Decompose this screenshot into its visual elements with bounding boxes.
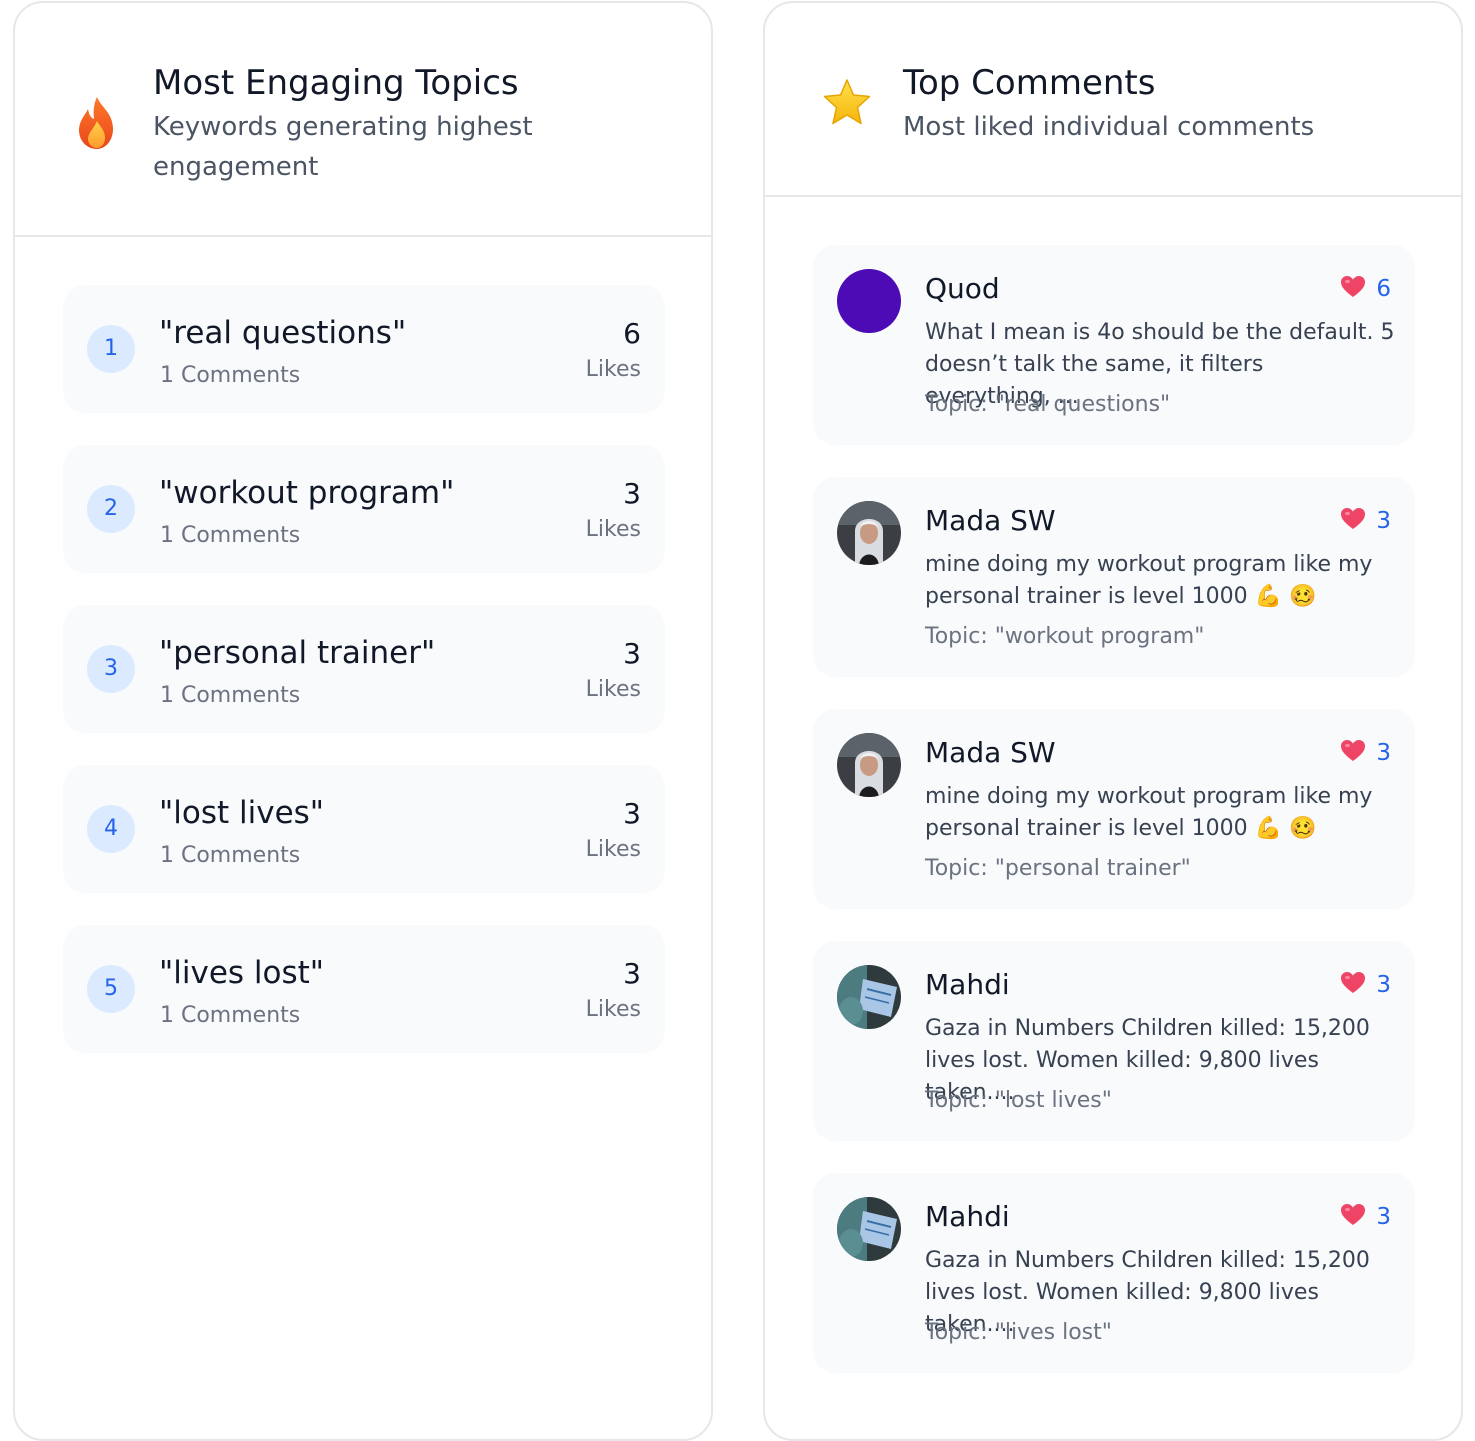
topic-likes-count: 3	[623, 477, 641, 510]
comments-panel-title: Top Comments	[903, 63, 1156, 103]
topic-comment-count: 1 Comments	[160, 363, 301, 388]
comment-card[interactable]: Mahdi 3 Gaza in Numbers Children killed:…	[813, 1173, 1415, 1373]
topic-keyword: "real questions"	[159, 315, 407, 351]
topic-card[interactable]: 5 "lives lost" 1 Comments 3 Likes	[63, 925, 665, 1053]
topic-likes-label: Likes	[585, 837, 641, 862]
topics-panel: Most Engaging Topics Keywords generating…	[13, 1, 713, 1441]
comment-author: Mada SW	[925, 736, 1056, 769]
avatar	[837, 733, 901, 797]
topic-likes-count: 6	[623, 317, 641, 350]
comment-card[interactable]: Mahdi 3 Gaza in Numbers Children killed:…	[813, 941, 1415, 1141]
topic-likes-label: Likes	[585, 357, 641, 382]
topic-comment-count: 1 Comments	[160, 683, 301, 708]
topic-card[interactable]: 1 "real questions" 1 Comments 6 Likes	[63, 285, 665, 413]
heart-icon	[1340, 739, 1366, 767]
comment-likes: 3	[1340, 739, 1391, 767]
comment-topic: Topic: "real questions"	[925, 392, 1171, 417]
rank-badge: 3	[87, 645, 135, 693]
rank-badge: 5	[87, 965, 135, 1013]
topic-keyword: "personal trainer"	[159, 635, 436, 671]
comment-likes-count: 3	[1376, 972, 1391, 998]
avatar	[837, 1197, 901, 1261]
rank-badge: 4	[87, 805, 135, 853]
comments-panel: Top Comments Most liked individual comme…	[763, 1, 1463, 1441]
comment-author: Mahdi	[925, 1200, 1010, 1233]
topic-likes-label: Likes	[585, 677, 641, 702]
topic-comment-count: 1 Comments	[160, 523, 301, 548]
comment-topic: Topic: "lost lives"	[925, 1088, 1112, 1113]
topic-card[interactable]: 4 "lost lives" 1 Comments 3 Likes	[63, 765, 665, 893]
star-icon	[821, 77, 873, 133]
avatar	[837, 965, 901, 1029]
topic-likes-label: Likes	[585, 997, 641, 1022]
avatar	[837, 269, 901, 333]
comment-text: mine doing my workout program like my pe…	[925, 552, 1373, 609]
comment-topic: Topic: "workout program"	[925, 624, 1205, 649]
comment-likes: 3	[1340, 507, 1391, 535]
comment-likes-count: 3	[1376, 508, 1391, 534]
comment-likes-count: 3	[1376, 1204, 1391, 1230]
topics-panel-subtitle: Keywords generating highest engagement	[153, 112, 533, 182]
comment-author: Mada SW	[925, 504, 1056, 537]
avatar	[837, 501, 901, 565]
comment-author: Quod	[925, 272, 1000, 305]
comment-card[interactable]: Quod 6 What I mean is 4o should be the d…	[813, 245, 1415, 445]
topic-likes-count: 3	[623, 957, 641, 990]
topics-panel-header: Most Engaging Topics Keywords generating…	[15, 3, 711, 237]
comment-text: mine doing my workout program like my pe…	[925, 784, 1373, 841]
topic-comment-count: 1 Comments	[160, 1003, 301, 1028]
comment-card[interactable]: Mada SW 3 mine doing my workout program …	[813, 709, 1415, 909]
comments-panel-header: Top Comments Most liked individual comme…	[765, 3, 1461, 197]
topic-likes-label: Likes	[585, 517, 641, 542]
rank-badge: 1	[87, 325, 135, 373]
topics-panel-title: Most Engaging Topics	[153, 63, 519, 103]
topic-comment-count: 1 Comments	[160, 843, 301, 868]
topic-keyword: "lost lives"	[159, 795, 325, 831]
topic-likes-count: 3	[623, 637, 641, 670]
topic-card[interactable]: 2 "workout program" 1 Comments 3 Likes	[63, 445, 665, 573]
comment-topic: Topic: "personal trainer"	[925, 856, 1191, 881]
topic-keyword: "workout program"	[159, 475, 455, 511]
comment-card[interactable]: Mada SW 3 mine doing my workout program …	[813, 477, 1415, 677]
topic-keyword: "lives lost"	[159, 955, 325, 991]
rank-badge: 2	[87, 485, 135, 533]
topic-card[interactable]: 3 "personal trainer" 1 Comments 3 Likes	[63, 605, 665, 733]
heart-icon	[1340, 1203, 1366, 1231]
comment-author: Mahdi	[925, 968, 1010, 1001]
comment-likes: 3	[1340, 971, 1391, 999]
comment-likes: 6	[1340, 275, 1391, 303]
heart-icon	[1340, 275, 1366, 303]
comment-likes-count: 6	[1376, 276, 1391, 302]
comments-panel-subtitle: Most liked individual comments	[903, 112, 1315, 142]
comment-topic: Topic: "lives lost"	[925, 1320, 1112, 1345]
heart-icon	[1340, 507, 1366, 535]
heart-icon	[1340, 971, 1366, 999]
comment-likes-count: 3	[1376, 740, 1391, 766]
fire-icon	[73, 95, 121, 155]
topic-likes-count: 3	[623, 797, 641, 830]
comment-likes: 3	[1340, 1203, 1391, 1231]
